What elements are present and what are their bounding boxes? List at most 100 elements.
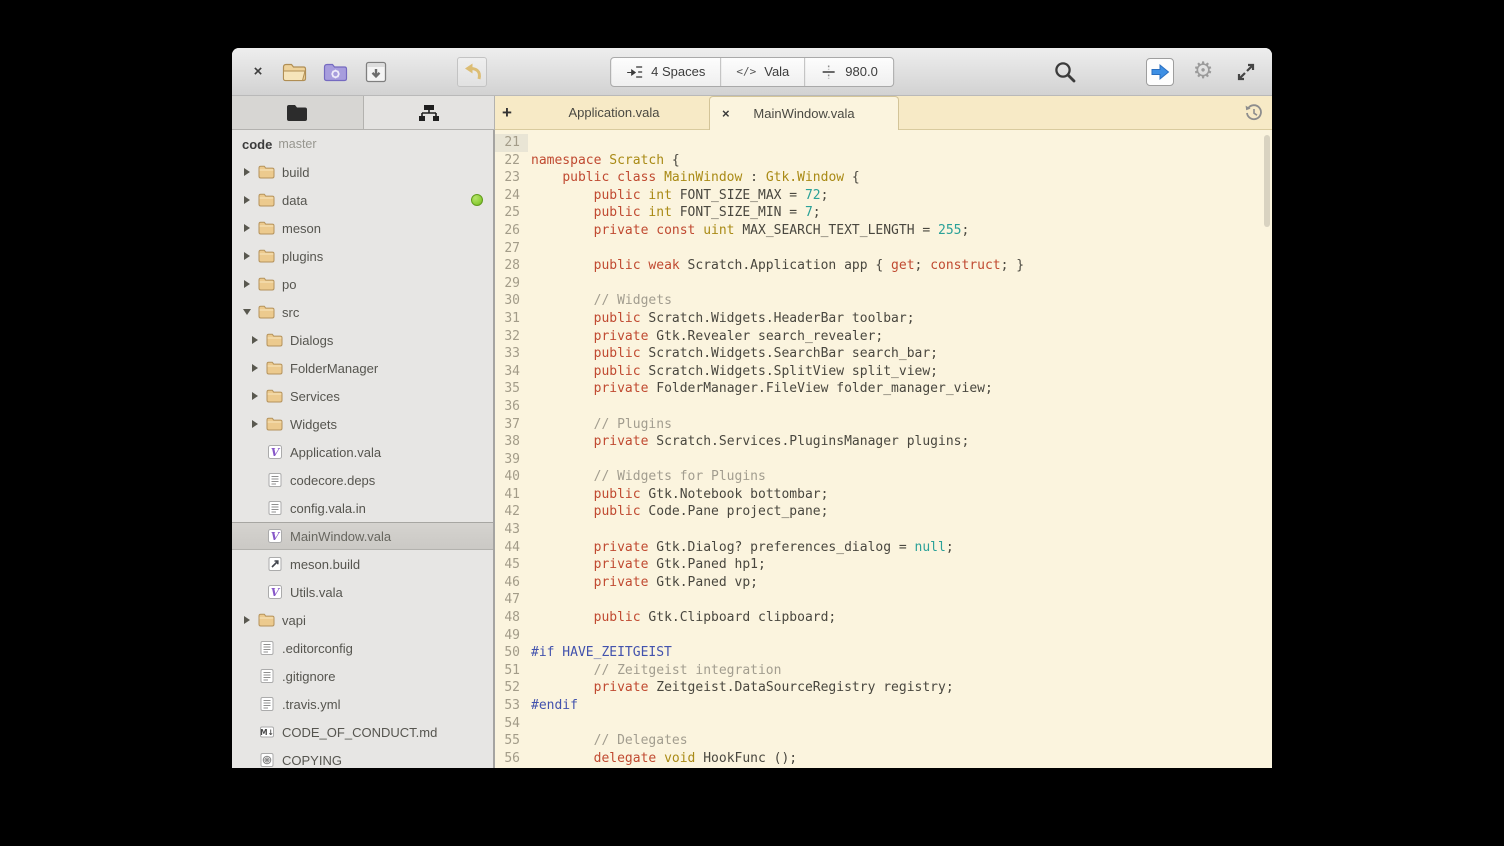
search-button[interactable] xyxy=(1051,58,1079,86)
line-content[interactable]: #if HAVE_ZEITGEIST xyxy=(528,644,672,662)
templates-folder-button[interactable] xyxy=(321,58,349,86)
vala-file-icon: V xyxy=(267,584,283,600)
tree-item--editorconfig[interactable]: .editorconfig xyxy=(232,634,493,662)
tree-item--travis-yml[interactable]: .travis.yml xyxy=(232,690,493,718)
line-content[interactable]: private Zeitgeist.DataSourceRegistry reg… xyxy=(528,679,954,697)
code-line-30: 30 // Widgets xyxy=(495,292,1272,310)
line-content[interactable]: delegate void HookFunc (); xyxy=(528,750,797,768)
line-content[interactable]: public Gtk.Notebook bottombar; xyxy=(528,486,828,504)
code-line-49: 49 xyxy=(495,627,1272,645)
chevron-right-icon[interactable] xyxy=(244,280,250,288)
line-content[interactable]: public Scratch.Widgets.SearchBar search_… xyxy=(528,345,938,363)
tree-item-po[interactable]: po xyxy=(232,270,493,298)
line-number: 21 xyxy=(495,134,528,152)
build-file-icon xyxy=(267,556,283,572)
line-content[interactable]: public Gtk.Clipboard clipboard; xyxy=(528,609,836,627)
tree-item--gitignore[interactable]: .gitignore xyxy=(232,662,493,690)
chevron-right-icon[interactable] xyxy=(244,224,250,232)
tree-item-utils-vala[interactable]: VUtils.vala xyxy=(232,578,493,606)
window-close-button[interactable]: × xyxy=(246,60,270,84)
chevron-right-icon[interactable] xyxy=(244,616,250,624)
tree-item-copying[interactable]: COPYING xyxy=(232,746,493,768)
line-content[interactable]: public int FONT_SIZE_MAX = 72; xyxy=(528,187,828,205)
undo-button[interactable] xyxy=(457,57,487,87)
tree-item-mainwindow-vala[interactable]: VMainWindow.vala xyxy=(232,522,493,550)
tree-item-data[interactable]: data xyxy=(232,186,493,214)
line-content[interactable]: public Code.Pane project_pane; xyxy=(528,503,828,521)
tree-item-vapi[interactable]: vapi xyxy=(232,606,493,634)
line-content[interactable]: // Zeitgeist integration xyxy=(528,662,781,680)
tree-item-label: .gitignore xyxy=(282,669,335,684)
line-content[interactable]: private const uint MAX_SEARCH_TEXT_LENGT… xyxy=(528,222,969,240)
editor-scrollbar[interactable] xyxy=(1264,135,1270,227)
line-content[interactable]: public weak Scratch.Application app { ge… xyxy=(528,257,1024,275)
line-content[interactable]: public class MainWindow : Gtk.Window { xyxy=(528,169,860,187)
line-content[interactable]: #endif xyxy=(528,697,578,715)
line-content[interactable]: // Widgets xyxy=(528,292,672,310)
code-line-31: 31 public Scratch.Widgets.HeaderBar tool… xyxy=(495,310,1272,328)
chevron-right-icon[interactable] xyxy=(252,420,258,428)
line-content[interactable] xyxy=(528,715,531,733)
line-content[interactable] xyxy=(528,591,531,609)
tree-item-label: meson.build xyxy=(290,557,360,572)
chevron-right-icon[interactable] xyxy=(252,392,258,400)
line-content[interactable]: private Gtk.Paned vp; xyxy=(528,574,758,592)
chevron-right-icon[interactable] xyxy=(244,252,250,260)
line-content[interactable]: public Scratch.Widgets.SplitView split_v… xyxy=(528,363,938,381)
line-content[interactable] xyxy=(528,521,531,539)
new-tab-button[interactable]: + xyxy=(495,96,519,129)
tree-item-application-vala[interactable]: VApplication.vala xyxy=(232,438,493,466)
tree-item-src[interactable]: src xyxy=(232,298,493,326)
tree-item-plugins[interactable]: plugins xyxy=(232,242,493,270)
code-editor[interactable]: 202122namespace Scratch {23 public class… xyxy=(495,130,1272,768)
open-folder-button[interactable] xyxy=(280,58,308,86)
chevron-right-icon[interactable] xyxy=(252,336,258,344)
line-content[interactable] xyxy=(528,627,531,645)
line-content[interactable] xyxy=(528,240,531,258)
line-content[interactable]: private Gtk.Revealer search_revealer; xyxy=(528,328,883,346)
line-content[interactable] xyxy=(528,398,531,416)
tab-mainwindow-vala[interactable]: ×MainWindow.vala xyxy=(709,96,899,130)
line-content[interactable]: private FolderManager.FileView folder_ma… xyxy=(528,380,993,398)
language-button[interactable]: </> Vala xyxy=(721,58,805,86)
tree-item-meson-build[interactable]: meson.build xyxy=(232,550,493,578)
panel-tab-outline[interactable] xyxy=(364,96,496,129)
settings-button[interactable]: ⚙ xyxy=(1189,58,1217,86)
line-content[interactable]: // Plugins xyxy=(528,416,672,434)
line-number: 51 xyxy=(495,662,528,680)
line-width-button[interactable]: 980.0 xyxy=(805,58,893,86)
line-content[interactable]: // Widgets for Plugins xyxy=(528,468,766,486)
tree-item-dialogs[interactable]: Dialogs xyxy=(232,326,493,354)
history-button[interactable] xyxy=(1244,103,1264,123)
chevron-right-icon[interactable] xyxy=(244,196,250,204)
tree-item-meson[interactable]: meson xyxy=(232,214,493,242)
tree-item-widgets[interactable]: Widgets xyxy=(232,410,493,438)
line-content[interactable]: private Gtk.Paned hp1; xyxy=(528,556,766,574)
tab-close-button[interactable]: × xyxy=(722,106,730,121)
line-content[interactable]: // Delegates xyxy=(528,732,688,750)
line-content[interactable]: namespace Scratch { xyxy=(528,152,680,170)
panel-tab-files[interactable] xyxy=(232,96,364,129)
tree-item-services[interactable]: Services xyxy=(232,382,493,410)
tree-item-codecore-deps[interactable]: codecore.deps xyxy=(232,466,493,494)
tree-item-build[interactable]: build xyxy=(232,158,493,186)
tab-application-vala[interactable]: Application.vala xyxy=(519,96,709,129)
line-content[interactable]: public int FONT_SIZE_MIN = 7; xyxy=(528,204,821,222)
fullscreen-button[interactable] xyxy=(1232,58,1260,86)
line-content[interactable] xyxy=(528,134,531,152)
line-content[interactable]: private Scratch.Services.PluginsManager … xyxy=(528,433,969,451)
tree-item-foldermanager[interactable]: FolderManager xyxy=(232,354,493,382)
save-as-button[interactable] xyxy=(362,58,390,86)
tree-item-config-vala-in[interactable]: config.vala.in xyxy=(232,494,493,522)
indent-width-button[interactable]: 4 Spaces xyxy=(611,58,721,86)
chevron-down-icon[interactable] xyxy=(243,309,251,315)
chevron-right-icon[interactable] xyxy=(252,364,258,372)
open-in-button[interactable] xyxy=(1146,58,1174,86)
line-content[interactable]: private Gtk.Dialog? preferences_dialog =… xyxy=(528,539,954,557)
tree-item-code-of-conduct-md[interactable]: M↓CODE_OF_CONDUCT.md xyxy=(232,718,493,746)
project-header[interactable]: code master xyxy=(232,130,493,158)
line-content[interactable] xyxy=(528,275,531,293)
line-content[interactable] xyxy=(528,451,531,469)
line-content[interactable]: public Scratch.Widgets.HeaderBar toolbar… xyxy=(528,310,915,328)
chevron-right-icon[interactable] xyxy=(244,168,250,176)
